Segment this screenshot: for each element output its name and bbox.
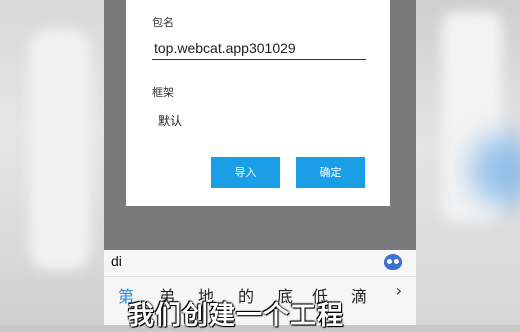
new-project-dialog: 包名 top.webcat.app301029 框架 默认 导入 确定	[126, 0, 390, 206]
phone-screen: 包名 top.webcat.app301029 框架 默认 导入 确定 di 第…	[104, 0, 416, 325]
ime-candidate[interactable]: 滴	[351, 283, 367, 307]
framework-select[interactable]: 默认	[158, 112, 182, 129]
video-subtitle: 我们创建一个工程	[128, 301, 345, 331]
background-left	[0, 0, 104, 325]
framework-label: 框架	[152, 86, 174, 99]
ime-composition-text: di	[111, 253, 122, 269]
package-name-label: 包名	[152, 16, 174, 29]
import-button[interactable]: 导入	[211, 157, 280, 188]
ime-composition-bar: di	[104, 250, 416, 277]
confirm-button[interactable]: 确定	[296, 157, 365, 188]
background-right	[416, 0, 520, 325]
package-name-input[interactable]: top.webcat.app301029	[152, 37, 366, 60]
chevron-right-icon[interactable]: ›	[396, 281, 402, 300]
ime-mascot-icon[interactable]	[384, 254, 402, 270]
